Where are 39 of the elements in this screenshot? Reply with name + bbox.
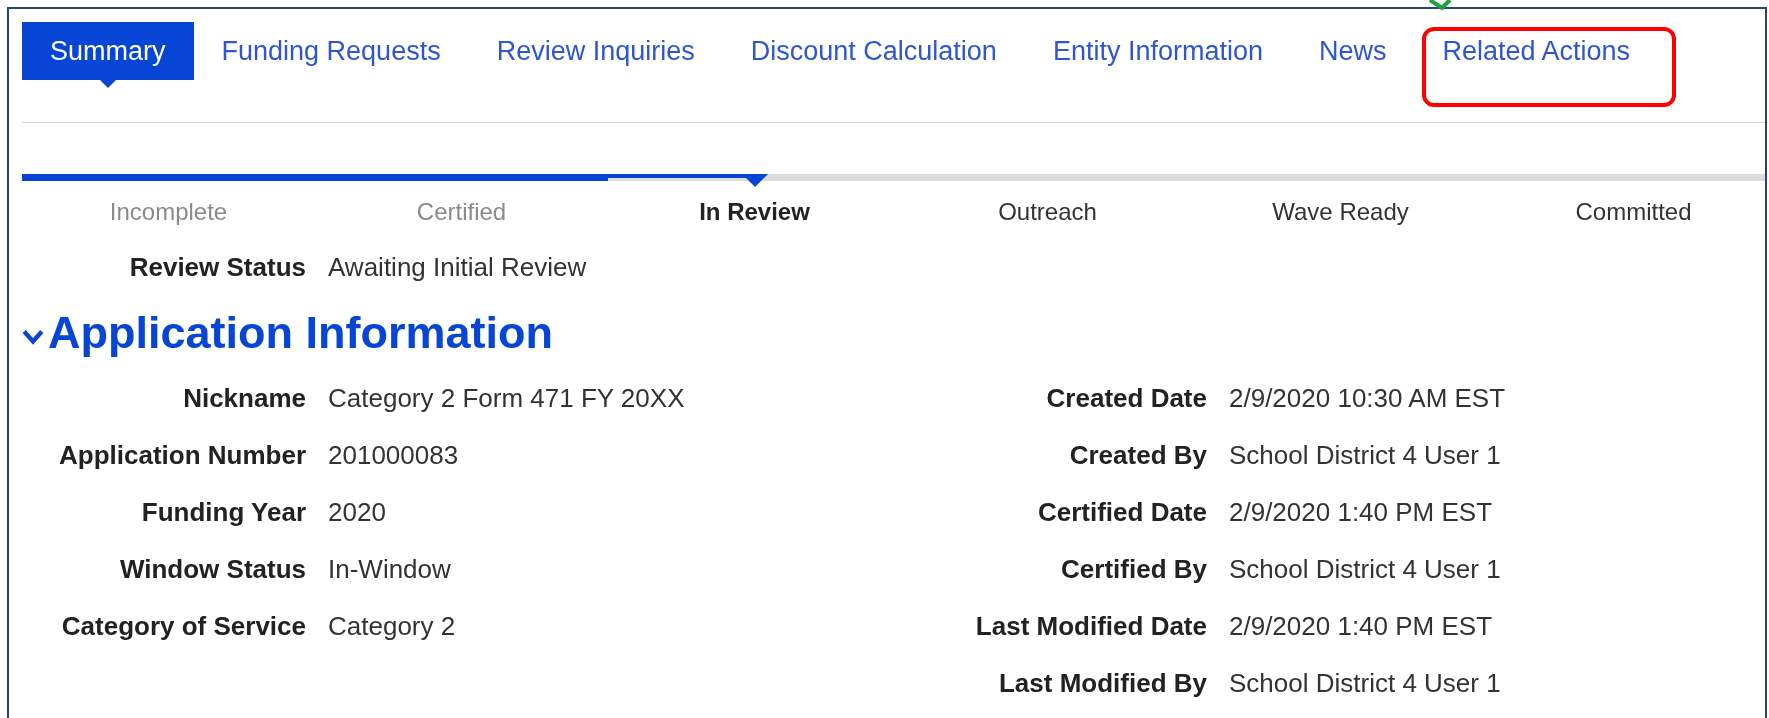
step-label: Wave Ready <box>1272 198 1409 226</box>
step-label: Outreach <box>998 198 1097 226</box>
field-label: Last Modified By <box>998 668 1207 699</box>
field-label: Last Modified Date <box>974 611 1207 642</box>
field-label: Certified Date <box>1036 497 1207 528</box>
tab[interactable]: Related Actions <box>1414 22 1659 80</box>
field-label: Application Number <box>58 440 306 471</box>
field-label: Review Status <box>128 252 306 283</box>
field-value: 2/9/2020 1:40 PM EST <box>1229 611 1494 642</box>
field-label: Funding Year <box>140 497 306 528</box>
step-label: Certified <box>416 198 507 226</box>
field-value: 2/9/2020 10:30 AM EST <box>1229 383 1506 414</box>
step-label: Committed <box>1575 198 1692 226</box>
section-title: Application Information <box>48 307 553 359</box>
field-value: 201000083 <box>328 440 460 471</box>
field-value: Category 2 <box>328 611 457 642</box>
tab[interactable]: News <box>1290 22 1415 80</box>
field-label: Created By <box>1068 440 1207 471</box>
field-label: Created Date <box>1045 383 1207 414</box>
field-value: 2/9/2020 1:40 PM EST <box>1229 497 1494 528</box>
step-label: In Review <box>699 198 810 226</box>
field-value: In-Window <box>328 554 452 585</box>
tab[interactable]: Discount Calculation <box>722 22 1025 80</box>
field-label: Category of Service <box>60 611 306 642</box>
field-value: 2020 <box>328 497 387 528</box>
tab[interactable]: Funding Requests <box>193 22 469 80</box>
field-value: School District 4 User 1 <box>1229 554 1502 585</box>
chevron-down-icon[interactable] <box>22 329 44 345</box>
tab[interactable]: Entity Information <box>1024 22 1291 80</box>
tab[interactable]: Review Inquiries <box>468 22 723 80</box>
field-value: School District 4 User 1 <box>1229 440 1502 471</box>
field-label: Certified By <box>1060 554 1207 585</box>
step-label: Incomplete <box>109 198 228 226</box>
field-label: Nickname <box>182 383 306 414</box>
field-label: Window Status <box>118 554 306 585</box>
field-value: Category 2 Form 471 FY 20XX <box>328 383 686 414</box>
field-value: School District 4 User 1 <box>1229 668 1502 699</box>
tab-pointer-icon <box>99 80 116 88</box>
field-value: Awaiting Initial Review <box>328 252 587 283</box>
